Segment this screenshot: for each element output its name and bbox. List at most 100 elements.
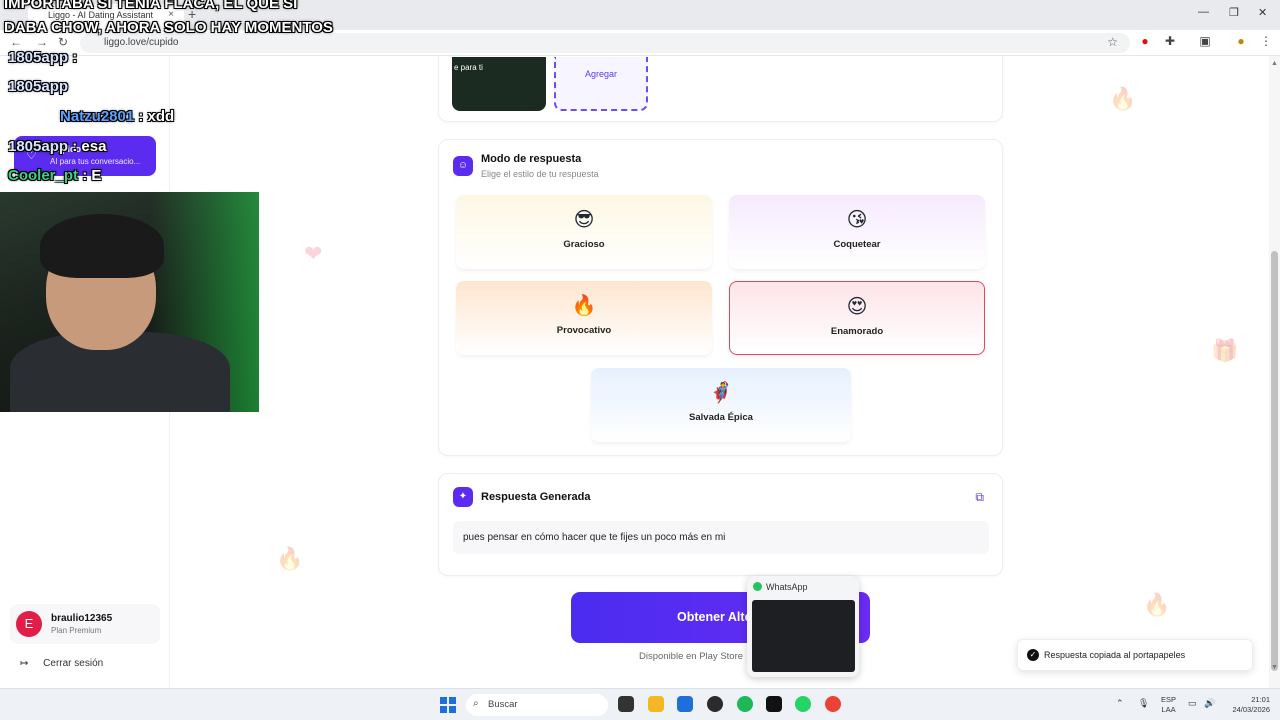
- user-name: braulio12365: [51, 613, 113, 624]
- minimize-icon[interactable]: —: [1198, 6, 1209, 18]
- close-window-icon[interactable]: ✕: [1258, 6, 1267, 19]
- option-label: Coquetear: [833, 239, 881, 250]
- cupido-subtitle: AI para tus conversacio...: [50, 157, 141, 166]
- whatsapp-preview-header: WhatsApp: [753, 582, 808, 592]
- store-icon[interactable]: [677, 696, 693, 712]
- chrome-icon[interactable]: [825, 696, 841, 712]
- maximize-icon[interactable]: ❐: [1229, 6, 1239, 19]
- whatsapp-taskbar-icon[interactable]: [795, 696, 811, 712]
- bookmark-star-icon[interactable]: ☆: [1107, 35, 1118, 49]
- screenshot-thumbnail[interactable]: e para ti: [452, 57, 546, 111]
- tray-chevron-icon[interactable]: ⌃: [1116, 698, 1124, 709]
- lang-layout: LAA: [1161, 705, 1176, 714]
- screenshot-icon[interactable]: ▣: [1198, 34, 1212, 48]
- new-tab-button[interactable]: +: [188, 6, 196, 22]
- logout-button[interactable]: ↦ Cerrar sesión: [20, 658, 103, 669]
- browser-tab[interactable]: Liggo - AI Dating Assistant ×: [28, 4, 184, 30]
- microphone-icon[interactable]: 🎙: [1138, 698, 1149, 709]
- smile-icon: ☺: [453, 156, 473, 176]
- spotify-icon[interactable]: [737, 696, 753, 712]
- response-text-box[interactable]: pues pensar en cómo hacer que te fijes u…: [453, 521, 989, 554]
- whatsapp-window-preview[interactable]: WhatsApp: [747, 576, 859, 677]
- back-icon[interactable]: ←: [10, 35, 22, 49]
- search-icon: ⌕: [473, 698, 479, 709]
- main-content: ❤ 🔥 🎁 🔥 🔥 e para ti Agregar ☺ Modo de re…: [171, 56, 1268, 688]
- mode-option-enamorado[interactable]: 😍 Enamorado: [729, 281, 985, 355]
- copy-icon[interactable]: ⧉: [975, 490, 984, 505]
- scroll-up-icon[interactable]: ▲: [1271, 60, 1278, 67]
- scroll-thumb[interactable]: [1271, 251, 1278, 671]
- taskbar-search[interactable]: ⌕ Buscar: [466, 694, 608, 716]
- lang-code: ESP: [1161, 695, 1177, 704]
- mode-option-coquetear[interactable]: 😘 Coquetear: [729, 195, 985, 269]
- language-indicator[interactable]: ESP LAA: [1161, 695, 1176, 715]
- option-label: Salvada Épica: [689, 412, 753, 423]
- flame-decor-icon: 🔥: [276, 546, 304, 571]
- thumbnail-caption: e para ti: [454, 63, 483, 72]
- tab-title: Liggo - AI Dating Assistant: [48, 10, 154, 20]
- toast-text: Respuesta copiada al portapapeles: [1044, 650, 1186, 660]
- superhero-emoji-icon: 🦸: [708, 380, 734, 404]
- opera-extension-icon[interactable]: ●: [1138, 34, 1152, 48]
- tiktok-icon[interactable]: [766, 696, 782, 712]
- display-icon[interactable]: ▭: [1188, 698, 1197, 709]
- mode-option-salvada-epica[interactable]: 🦸 Salvada Épica: [591, 368, 851, 442]
- mode-option-provocativo[interactable]: 🔥 Provocativo: [456, 281, 712, 355]
- scroll-down-icon[interactable]: ▼: [1271, 664, 1278, 671]
- volume-icon[interactable]: 🔊: [1204, 698, 1215, 709]
- heart-decor-icon: ❤: [304, 241, 323, 266]
- whatsapp-icon: [753, 582, 762, 591]
- cupido-nav-button[interactable]: ♡ Cupido AI para tus conversacio...: [14, 136, 156, 176]
- profile-icon[interactable]: ●: [1234, 34, 1248, 48]
- reload-icon[interactable]: ↻: [58, 35, 68, 49]
- response-text: pues pensar en cómo hacer que te fijes u…: [463, 532, 726, 543]
- clock-date: 24/03/2026: [1232, 705, 1270, 714]
- user-card[interactable]: E braulio12365 Plan Premium: [10, 604, 160, 644]
- page-scrollbar[interactable]: [1269, 56, 1280, 688]
- response-mode-card: ☺ Modo de respuesta Elige el estilo de t…: [438, 139, 1003, 456]
- folder-icon[interactable]: [648, 696, 664, 712]
- webcam-person-hair: [40, 214, 164, 278]
- windows-taskbar: ⌕ Buscar ⌃ 🎙 ESP LAA ▭ 🔊 21:01 24/03/202…: [0, 688, 1280, 720]
- file-explorer-icon[interactable]: [618, 696, 634, 712]
- whatsapp-preview-thumbnail: [752, 600, 855, 672]
- heart-icon: ♡: [26, 148, 37, 162]
- add-label: Agregar: [584, 69, 618, 79]
- gift-decor-icon: 🎁: [1211, 338, 1239, 363]
- url-text: liggo.love/cupido: [104, 37, 179, 48]
- sunglasses-emoji-icon: 😎: [573, 207, 595, 231]
- generated-response-card: ✦ Respuesta Generada ⧉ pues pensar en có…: [438, 473, 1003, 576]
- response-title: Respuesta Generada: [481, 491, 591, 503]
- cupido-title: Cupido: [50, 144, 81, 154]
- whatsapp-preview-title: WhatsApp: [766, 582, 808, 592]
- search-placeholder: Buscar: [488, 699, 518, 710]
- mode-subtitle: Elige el estilo de tu respuesta: [481, 169, 599, 179]
- fire-emoji-icon: 🔥: [571, 293, 597, 317]
- browser-tab-strip: Liggo - AI Dating Assistant × + — ❐ ✕: [0, 0, 1280, 30]
- address-bar[interactable]: liggo.love/cupido ☆: [80, 33, 1130, 53]
- option-label: Gracioso: [563, 239, 605, 250]
- flame-decor-icon: 🔥: [1143, 592, 1171, 617]
- mode-option-gracioso[interactable]: 😎 Gracioso: [456, 195, 712, 269]
- browser-toolbar: ← → ↻ liggo.love/cupido ☆: [0, 30, 1280, 56]
- copied-toast: ✓ Respuesta copiada al portapapeles: [1017, 639, 1253, 671]
- user-plan: Plan Premium: [51, 626, 102, 635]
- upload-card: e para ti Agregar: [438, 56, 1003, 122]
- obs-icon[interactable]: [707, 696, 723, 712]
- extensions-puzzle-icon[interactable]: ✚: [1163, 34, 1177, 48]
- tab-close-icon[interactable]: ×: [168, 9, 174, 20]
- option-label: Enamorado: [830, 326, 884, 337]
- forward-icon[interactable]: →: [36, 35, 48, 49]
- webcam-overlay: [0, 192, 259, 412]
- taskbar-clock[interactable]: 21:01 24/03/2026: [1226, 695, 1270, 715]
- menu-kebab-icon[interactable]: ⋮: [1259, 34, 1273, 48]
- mode-title: Modo de respuesta: [481, 153, 582, 165]
- windows-start-icon[interactable]: [440, 697, 456, 713]
- check-circle-icon: ✓: [1027, 649, 1039, 661]
- lightbulb-icon: ✦: [453, 487, 473, 507]
- add-screenshot-button[interactable]: Agregar: [554, 57, 648, 111]
- avatar: E: [16, 611, 42, 637]
- clock-time: 21:01: [1251, 695, 1270, 704]
- play-store-note: Disponible en Play Store: [639, 651, 744, 662]
- kiss-emoji-icon: 😘: [846, 207, 868, 231]
